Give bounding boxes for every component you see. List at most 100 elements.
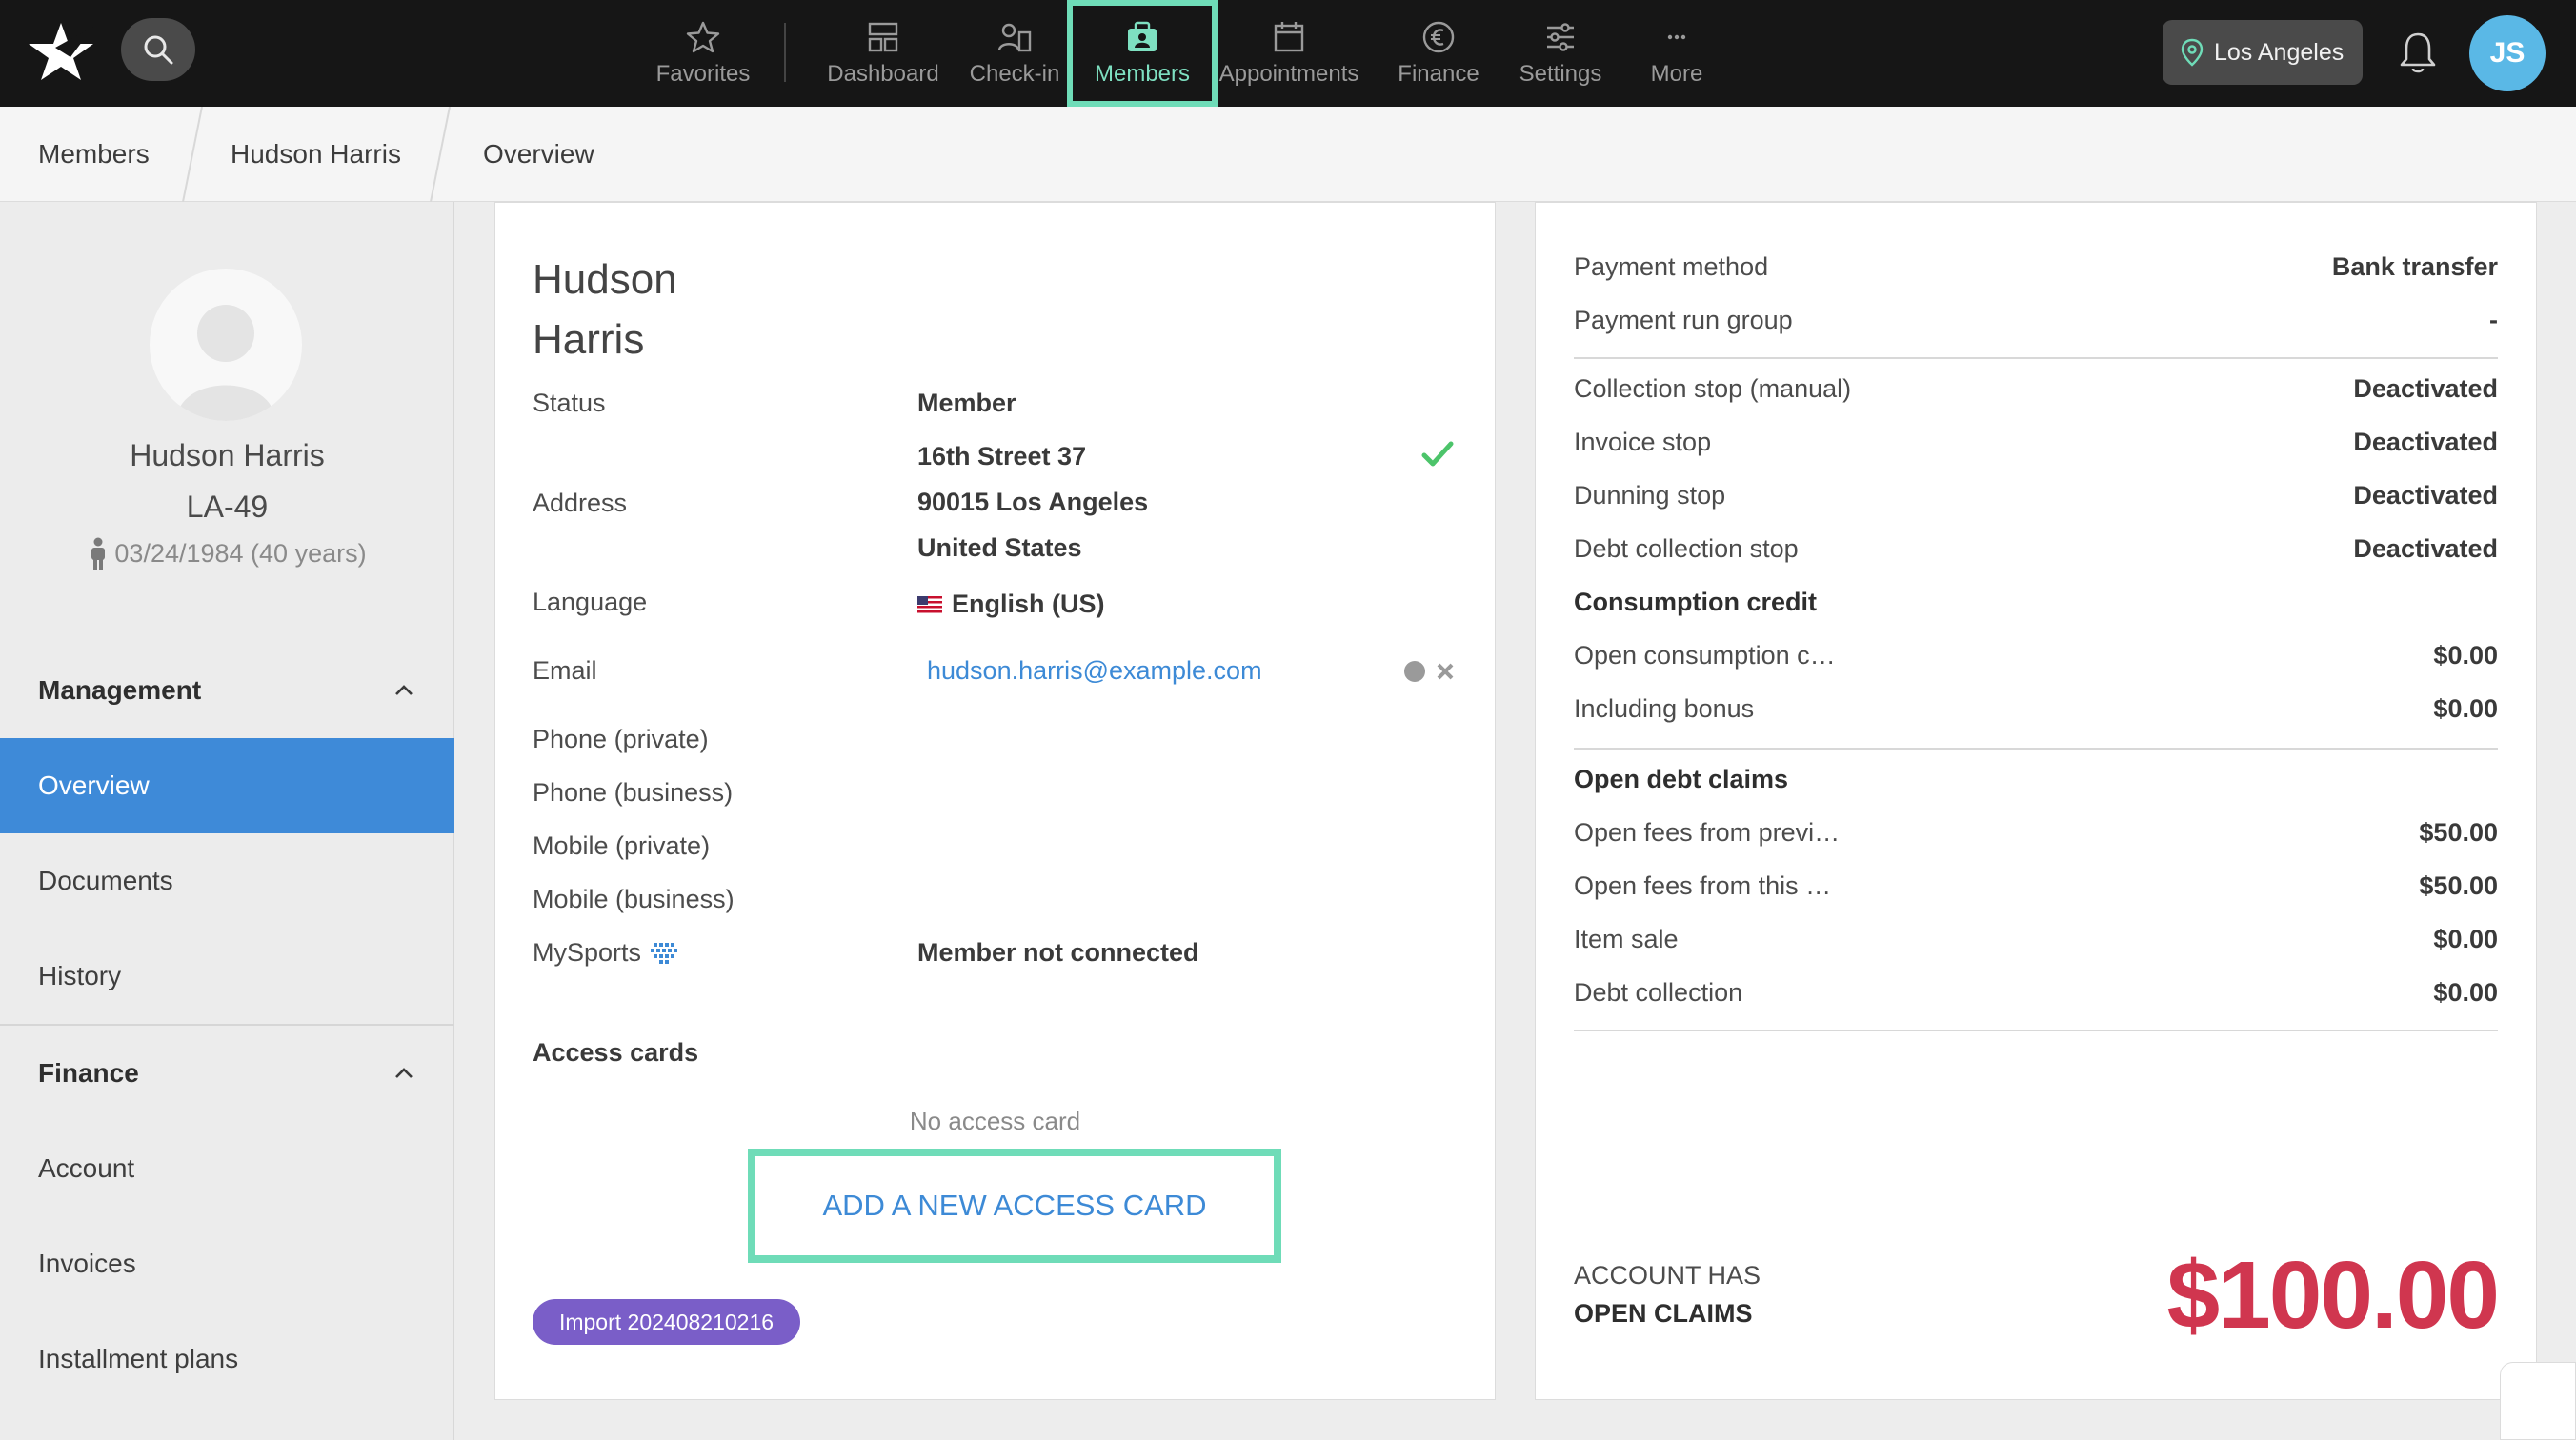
search-button[interactable] — [121, 18, 195, 81]
person-male-icon — [91, 537, 106, 570]
breadcrumb: Members Hudson Harris Overview — [0, 107, 2576, 202]
invoice-stop-label: Invoice stop — [1574, 428, 1712, 456]
dashboard-icon — [868, 22, 898, 52]
member-avatar — [150, 269, 302, 421]
location-label: Los Angeles — [2214, 38, 2345, 66]
nav-label: Dashboard — [827, 61, 939, 87]
search-icon — [144, 35, 173, 65]
member-sidebar: Hudson Harris LA-49 03/24/1984 (40 years… — [0, 202, 454, 1440]
member-first-name: Hudson — [533, 256, 677, 303]
section-management-toggle[interactable]: Management — [0, 662, 454, 719]
nav-label: More — [1650, 61, 1703, 87]
nav-settings[interactable]: Settings — [1508, 0, 1613, 107]
address-line-2: 90015 Los Angeles — [917, 488, 1149, 516]
nav-dashboard[interactable]: Dashboard — [821, 0, 945, 107]
user-avatar[interactable]: JS — [2469, 15, 2546, 91]
divider — [1574, 1030, 2498, 1031]
email-link[interactable]: hudson.harris@example.com — [927, 656, 1262, 686]
item-sale-label: Item sale — [1574, 925, 1679, 953]
star-icon — [686, 21, 720, 53]
sidebar-item-history[interactable]: History — [0, 929, 454, 1024]
nav-more[interactable]: More — [1624, 0, 1729, 107]
sidebar-item-overview[interactable]: Overview — [0, 738, 454, 833]
nav-members[interactable]: Members — [1067, 0, 1218, 107]
collection-stop-value: Deactivated — [2353, 374, 2498, 403]
mobile-private-label: Mobile (private) — [533, 831, 711, 860]
sidebar-item-account[interactable]: Account — [0, 1121, 454, 1216]
check-in-icon — [997, 23, 1032, 52]
divider — [1574, 357, 2498, 359]
open-claims-total: $100.00 — [2166, 1242, 2500, 1349]
breadcrumb-overview: Overview — [483, 139, 594, 169]
status-value: Member — [917, 389, 1016, 417]
sidebar-item-installment-plans[interactable]: Installment plans — [0, 1311, 454, 1407]
claims-caption-line-2: OPEN CLAIMS — [1574, 1299, 1753, 1328]
section-title: Management — [38, 675, 202, 705]
person-silhouette-icon — [176, 305, 275, 421]
debt-collection-label: Debt collection — [1574, 978, 1743, 1007]
breadcrumb-separator — [182, 107, 203, 202]
dunning-stop-label: Dunning stop — [1574, 481, 1726, 510]
profile-name: Hudson Harris — [130, 438, 325, 472]
sidebar-item-documents[interactable]: Documents — [0, 833, 454, 929]
nav-label: Check-in — [969, 61, 1060, 87]
chevron-up-icon — [395, 1068, 413, 1078]
divider — [1574, 748, 2498, 750]
top-navigation-bar: Favorites Dashboard Check-in Members App… — [0, 0, 2576, 107]
location-selector-button[interactable]: Los Angeles — [2163, 20, 2363, 85]
finance-summary-card: Payment method Bank transfer Payment run… — [1535, 202, 2537, 1400]
breadcrumb-member-name[interactable]: Hudson Harris — [231, 107, 401, 202]
phone-business-label: Phone (business) — [533, 778, 734, 807]
including-bonus-label: Including bonus — [1574, 694, 1755, 723]
add-access-card-button[interactable]: ADD A NEW ACCESS CARD — [748, 1149, 1281, 1263]
floating-widget-corner[interactable] — [2500, 1362, 2576, 1440]
dunning-stop-value: Deactivated — [2353, 481, 2498, 510]
nav-label: Favorites — [655, 61, 751, 87]
claims-caption-line-1: ACCOUNT HAS — [1574, 1261, 1761, 1290]
payment-run-group-value: - — [2489, 306, 2498, 334]
debt-collection-stop-label: Debt collection stop — [1574, 534, 1799, 563]
payment-method-value: Bank transfer — [2331, 252, 2498, 281]
sidebar-divider — [0, 1024, 454, 1026]
nav-favorites[interactable]: Favorites — [646, 0, 760, 107]
debt-collection-stop-value: Deactivated — [2353, 534, 2498, 563]
address-line-3: United States — [917, 533, 1082, 562]
chevron-up-icon — [395, 685, 413, 695]
mysports-heart-icon — [651, 942, 678, 964]
open-fees-previous-value: $50.00 — [2419, 818, 2498, 847]
map-pin-icon — [2181, 38, 2204, 67]
breadcrumb-members[interactable]: Members — [38, 107, 150, 202]
access-cards-heading: Access cards — [533, 1038, 699, 1067]
more-dots-icon — [1667, 34, 1686, 40]
address-line-1: 16th Street 37 — [917, 442, 1087, 470]
nav-check-in[interactable]: Check-in — [962, 0, 1067, 107]
address-label: Address — [533, 489, 628, 517]
sidebar-item-invoices[interactable]: Invoices — [0, 1216, 454, 1311]
close-icon[interactable] — [1435, 661, 1456, 682]
no-access-card-text: No access card — [909, 1107, 1081, 1135]
invoice-stop-value: Deactivated — [2353, 428, 2498, 456]
breadcrumb-separator — [430, 107, 451, 202]
us-flag-icon — [917, 595, 942, 613]
open-debt-claims-heading: Open debt claims — [1574, 765, 1789, 793]
member-last-name: Harris — [533, 316, 645, 363]
euro-icon — [1422, 21, 1455, 53]
address-verified-check-icon — [1421, 441, 1454, 467]
sliders-icon — [1547, 23, 1574, 51]
email-label: Email — [533, 656, 597, 685]
language-value-wrap: English (US) — [917, 590, 1105, 619]
nav-divider — [784, 23, 786, 82]
section-title: Finance — [38, 1058, 139, 1088]
app-logo-star-icon[interactable] — [27, 19, 99, 86]
open-fees-this-value: $50.00 — [2419, 871, 2498, 900]
nav-label: Settings — [1519, 61, 1602, 87]
language-value: English (US) — [952, 590, 1105, 618]
bell-icon[interactable] — [2396, 29, 2440, 76]
nav-label: Members — [1094, 61, 1191, 87]
section-finance-toggle[interactable]: Finance — [0, 1045, 454, 1102]
nav-finance[interactable]: Finance — [1381, 0, 1496, 107]
status-label: Status — [533, 389, 606, 417]
open-consumption-value: $0.00 — [2433, 641, 2498, 670]
mysports-label-wrap: MySports — [533, 938, 678, 968]
nav-appointments[interactable]: Appointments — [1218, 0, 1360, 107]
